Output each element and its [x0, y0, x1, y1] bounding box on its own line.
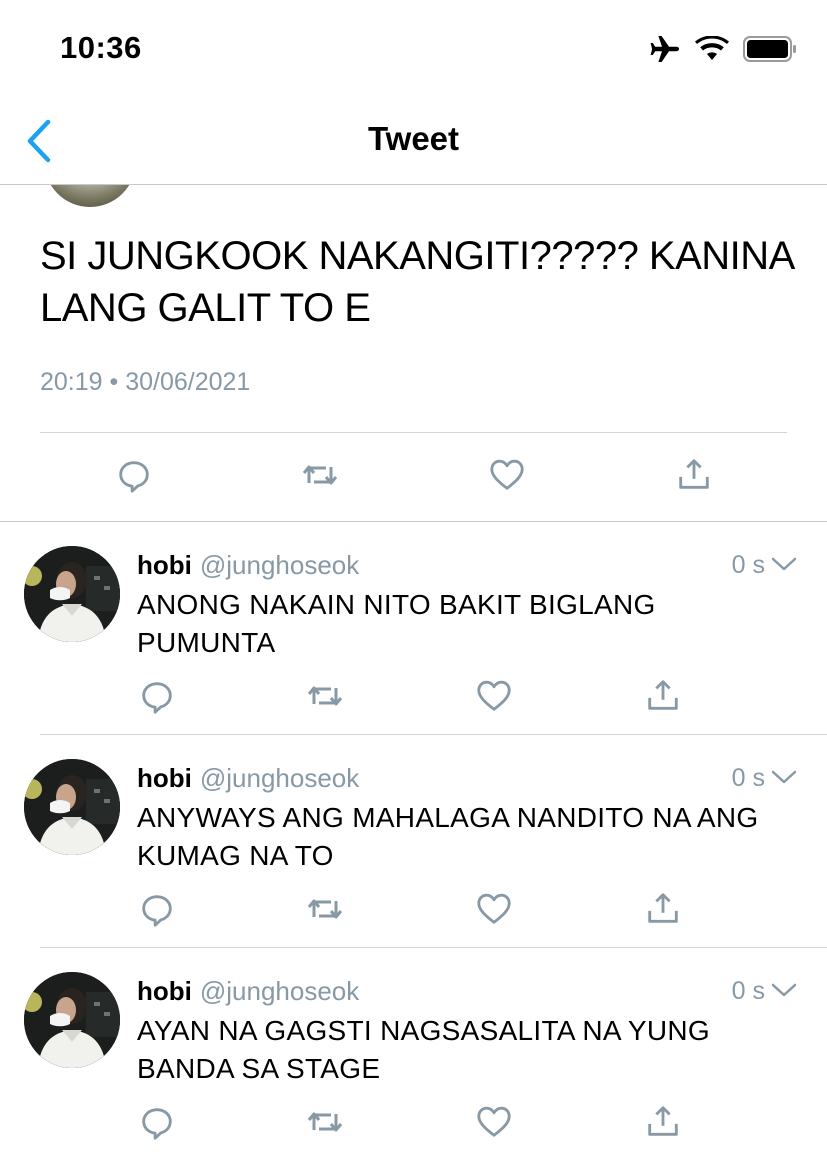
username[interactable]: @junghoseok: [200, 976, 359, 1006]
tweet-text: SI JUNGKOOK NAKANGITI????? KANINA LANG G…: [40, 234, 793, 330]
tweet-actions: [0, 455, 827, 501]
battery-icon: [743, 36, 796, 62]
like-button[interactable]: [474, 676, 514, 716]
retweet-icon: [305, 676, 345, 716]
airplane-icon: [650, 36, 679, 62]
reply-icon: [138, 1103, 176, 1141]
retweet-button[interactable]: [305, 676, 345, 716]
reply-tweet[interactable]: hobi @junghoseok 0 s ANONG NAKAIN NITO BA…: [0, 522, 827, 735]
share-button[interactable]: [643, 1102, 683, 1142]
reply-header: hobi @junghoseok: [137, 550, 359, 581]
navigation-bar: Tweet: [0, 100, 827, 185]
username[interactable]: @junghoseok: [200, 763, 359, 793]
display-name[interactable]: hobi: [137, 550, 192, 580]
like-icon: [475, 890, 513, 928]
timestamp: 0 s: [731, 977, 765, 1005]
status-icons: [649, 34, 797, 64]
chevron-down-icon[interactable]: [771, 980, 797, 1000]
share-button[interactable]: [643, 889, 683, 929]
like-icon: [488, 456, 526, 494]
reply-text: ANONG NAKAIN NITO BAKIT BIGLANG PUMUNTA: [137, 589, 656, 658]
like-button[interactable]: [474, 1102, 514, 1142]
reply-button[interactable]: [137, 1102, 177, 1142]
like-button[interactable]: [487, 455, 527, 495]
chevron-down-icon[interactable]: [771, 554, 797, 574]
reply-button[interactable]: [114, 455, 154, 495]
retweet-icon: [300, 455, 340, 495]
username[interactable]: @junghoseok: [200, 550, 359, 580]
timestamp: 0 s: [731, 764, 765, 792]
reply-icon: [138, 890, 176, 928]
display-name[interactable]: hobi: [137, 976, 192, 1006]
reply-text: AYAN NA GAGSTI NAGSASALITA NA YUNG BANDA…: [137, 1015, 710, 1084]
reply-icon: [138, 677, 176, 715]
timestamp: 0 s: [731, 551, 765, 579]
like-icon: [475, 1103, 513, 1141]
divider: [40, 432, 787, 433]
share-icon: [644, 1103, 682, 1141]
retweet-icon: [305, 889, 345, 929]
reply-tweet[interactable]: hobi @junghoseok 0 s AYAN NA GAGSTI NAGSA…: [0, 948, 827, 1160]
share-button[interactable]: [643, 676, 683, 716]
retweet-icon: [305, 1102, 345, 1142]
reply-header: hobi @junghoseok: [137, 763, 359, 794]
retweet-button[interactable]: [300, 455, 340, 495]
avatar[interactable]: [24, 546, 120, 642]
tweet-timestamp: 20:19 • 30/06/2021: [40, 368, 251, 396]
main-tweet: SI JUNGKOOK NAKANGITI????? KANINA LANG G…: [0, 185, 827, 522]
like-icon: [475, 677, 513, 715]
reply-icon: [115, 456, 153, 494]
avatar[interactable]: [24, 972, 120, 1068]
share-icon: [675, 456, 713, 494]
page-title: Tweet: [367, 120, 460, 157]
status-time: 10:36: [60, 30, 142, 65]
retweet-button[interactable]: [305, 1102, 345, 1142]
share-button[interactable]: [674, 455, 714, 495]
display-name[interactable]: hobi: [137, 763, 192, 793]
reply-button[interactable]: [137, 889, 177, 929]
share-icon: [644, 677, 682, 715]
reply-actions: [0, 1102, 827, 1142]
author-avatar[interactable]: [44, 185, 136, 207]
like-button[interactable]: [474, 889, 514, 929]
retweet-button[interactable]: [305, 889, 345, 929]
reply-tweet[interactable]: hobi @junghoseok 0 s ANYWAYS ANG MAHALAGA…: [0, 735, 827, 948]
share-icon: [644, 890, 682, 928]
chevron-down-icon[interactable]: [771, 767, 797, 787]
reply-button[interactable]: [137, 676, 177, 716]
wifi-icon: [695, 36, 729, 60]
reply-header: hobi @junghoseok: [137, 976, 359, 1007]
reply-text: ANYWAYS ANG MAHALAGA NANDITO NA ANG KUMA…: [137, 802, 759, 871]
avatar[interactable]: [24, 759, 120, 855]
reply-actions: [0, 889, 827, 929]
status-bar: 10:36: [0, 0, 827, 100]
clipped-handle: [150, 185, 230, 187]
reply-actions: [0, 676, 827, 716]
